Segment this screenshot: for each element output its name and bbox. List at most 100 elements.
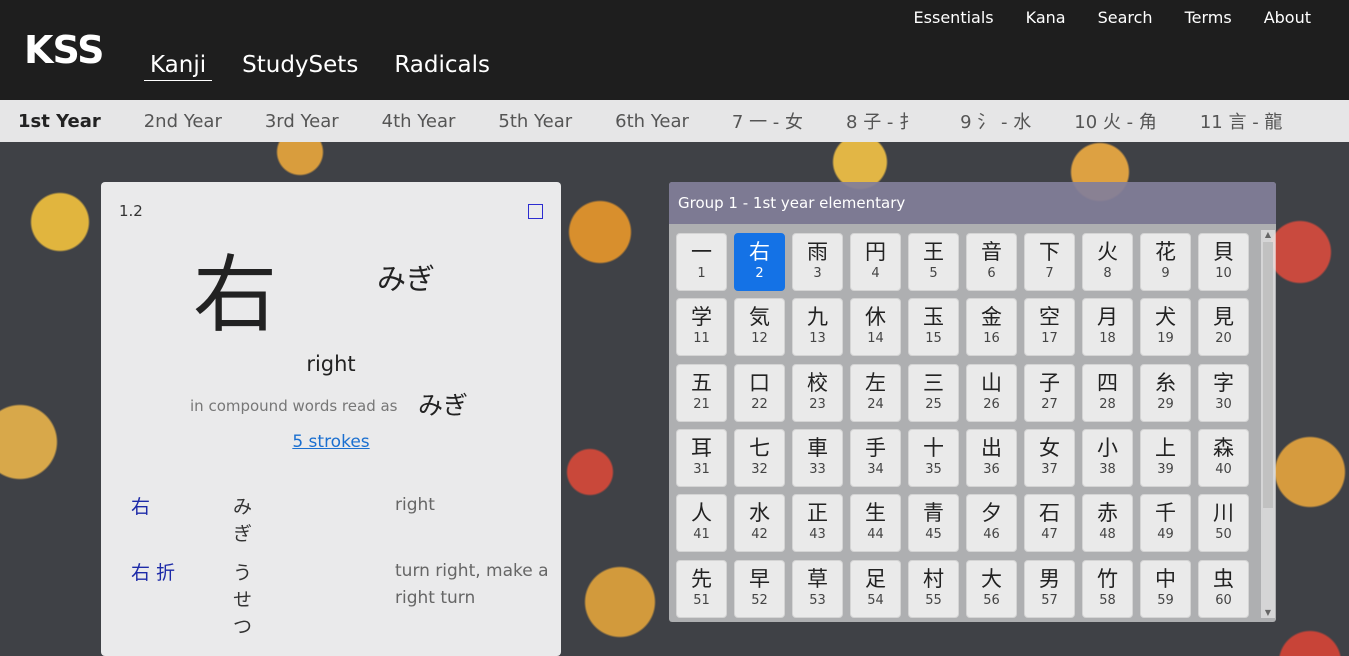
kanji-tile[interactable]: 耳 31: [676, 428, 727, 487]
year-tab[interactable]: 8 子 - 扌: [846, 108, 917, 134]
kanji-tile[interactable]: 王5: [908, 233, 959, 291]
kanji-tile[interactable]: 村 55: [908, 559, 959, 618]
scrollbar[interactable]: ▲ ▼: [1261, 230, 1275, 618]
year-tab[interactable]: 6th Year: [615, 111, 689, 132]
kanji-tile[interactable]: 貝 10: [1198, 233, 1249, 291]
kanji-tile[interactable]: 校 23: [792, 363, 843, 422]
kanji-tile[interactable]: 千 49: [1140, 494, 1191, 553]
kanji-tile[interactable]: 雨3: [792, 233, 843, 291]
kanji-tile[interactable]: 十 35: [908, 428, 959, 487]
kanji-tile-char: 正: [807, 501, 828, 526]
kanji-tile[interactable]: 早 52: [734, 559, 785, 618]
kanji-tile[interactable]: 正 43: [792, 494, 843, 553]
strokes-link[interactable]: 5 strokes: [101, 432, 561, 452]
kanji-tile[interactable]: 見 20: [1198, 298, 1249, 357]
nav-link-search[interactable]: Search: [1098, 8, 1153, 27]
vocab-word[interactable]: 右: [131, 492, 231, 519]
year-tab[interactable]: 7 一 - 女: [732, 108, 803, 134]
kanji-tile-number: 54: [867, 592, 884, 608]
nav-link-about[interactable]: About: [1264, 8, 1311, 27]
year-tab[interactable]: 9 氵 - 水: [960, 108, 1031, 134]
kanji-tile[interactable]: 玉 15: [908, 298, 959, 357]
year-tab[interactable]: 3rd Year: [265, 111, 339, 132]
kanji-tile[interactable]: 手 34: [850, 428, 901, 487]
kanji-tile[interactable]: 下7: [1024, 233, 1075, 291]
kanji-tile[interactable]: 赤 48: [1082, 494, 1133, 553]
kanji-tile[interactable]: 空 17: [1024, 298, 1075, 357]
kanji-tile-number: 6: [987, 266, 996, 281]
kanji-tile[interactable]: 子 27: [1024, 363, 1075, 422]
vocab-word[interactable]: 右 折: [131, 558, 231, 585]
year-tab[interactable]: 11 言 - 龍: [1200, 108, 1283, 134]
bookmark-checkbox[interactable]: [528, 204, 543, 219]
kanji-tile[interactable]: 中 59: [1140, 559, 1191, 618]
kanji-tile[interactable]: 三 25: [908, 363, 959, 422]
kanji-tile[interactable]: 音6: [966, 233, 1017, 291]
kanji-tile[interactable]: 足 54: [850, 559, 901, 618]
year-tab[interactable]: 5th Year: [498, 111, 572, 132]
kanji-tile[interactable]: 金 16: [966, 298, 1017, 357]
kanji-tile[interactable]: 夕 46: [966, 494, 1017, 553]
kanji-tile[interactable]: 左 24: [850, 363, 901, 422]
kanji-tile[interactable]: 草 53: [792, 559, 843, 618]
year-tab[interactable]: 4th Year: [382, 111, 456, 132]
kanji-tile[interactable]: 虫 60: [1198, 559, 1249, 618]
kanji-tile[interactable]: 水 42: [734, 494, 785, 553]
kanji-tile-char: 虫: [1213, 566, 1234, 591]
kanji-tile-char: 貝: [1213, 240, 1234, 264]
kanji-tile[interactable]: 人 41: [676, 494, 727, 553]
kanji-tile[interactable]: 学 11: [676, 298, 727, 357]
scroll-down-icon[interactable]: ▼: [1261, 608, 1275, 618]
kanji-tile-number: 28: [1099, 396, 1116, 412]
kanji-tile[interactable]: 気 12: [734, 298, 785, 357]
kanji-tile-number: 18: [1099, 331, 1116, 347]
kanji-tile[interactable]: 大 56: [966, 559, 1017, 618]
kanji-tile-number: 5: [929, 266, 938, 281]
kanji-tile[interactable]: 男 57: [1024, 559, 1075, 618]
scroll-thumb[interactable]: [1263, 242, 1273, 508]
kanji-tile[interactable]: 火8: [1082, 233, 1133, 291]
kanji-tile-number: 45: [925, 527, 942, 543]
kanji-tile[interactable]: 上 39: [1140, 428, 1191, 487]
kanji-tile[interactable]: 糸 29: [1140, 363, 1191, 422]
kanji-tile[interactable]: 生 44: [850, 494, 901, 553]
kanji-tile[interactable]: 右2: [734, 233, 785, 291]
kanji-tile-char: 足: [865, 566, 886, 591]
nav-link-terms[interactable]: Terms: [1185, 8, 1232, 27]
kanji-tile-char: 車: [807, 435, 828, 460]
tab-kanji[interactable]: Kanji: [144, 52, 213, 81]
kanji-tile[interactable]: 女 37: [1024, 428, 1075, 487]
year-tab[interactable]: 10 火 - 角: [1074, 108, 1157, 134]
kanji-tile[interactable]: 森 40: [1198, 428, 1249, 487]
year-tab[interactable]: 2nd Year: [144, 111, 222, 132]
kanji-tile[interactable]: 花9: [1140, 233, 1191, 291]
tab-radicals[interactable]: Radicals: [388, 52, 496, 81]
kanji-tile[interactable]: 五 21: [676, 363, 727, 422]
kanji-tile[interactable]: 七 32: [734, 428, 785, 487]
nav-link-essentials[interactable]: Essentials: [914, 8, 994, 27]
kanji-tile[interactable]: 川 50: [1198, 494, 1249, 553]
kanji-tile[interactable]: 月 18: [1082, 298, 1133, 357]
kanji-tile[interactable]: 口 22: [734, 363, 785, 422]
kanji-tile[interactable]: 四 28: [1082, 363, 1133, 422]
nav-link-kana[interactable]: Kana: [1026, 8, 1066, 27]
kanji-tile[interactable]: 犬 19: [1140, 298, 1191, 357]
kanji-tile[interactable]: 字 30: [1198, 363, 1249, 422]
kanji-tile[interactable]: 九 13: [792, 298, 843, 357]
kanji-tile[interactable]: 先 51: [676, 559, 727, 618]
kanji-tile[interactable]: 青 45: [908, 494, 959, 553]
kanji-tile[interactable]: 出 36: [966, 428, 1017, 487]
kanji-tile[interactable]: 休 14: [850, 298, 901, 357]
kanji-tile[interactable]: 一1: [676, 233, 727, 291]
logo[interactable]: KSS: [24, 28, 104, 72]
kanji-tile[interactable]: 石 47: [1024, 494, 1075, 553]
kanji-tile[interactable]: 竹 58: [1082, 559, 1133, 618]
year-tab[interactable]: 1st Year: [18, 111, 101, 132]
kanji-tile[interactable]: 小 38: [1082, 428, 1133, 487]
kanji-tile-char: 川: [1213, 501, 1234, 526]
kanji-tile[interactable]: 山 26: [966, 363, 1017, 422]
tab-studysets[interactable]: StudySets: [236, 52, 364, 81]
kanji-tile[interactable]: 円4: [850, 233, 901, 291]
scroll-up-icon[interactable]: ▲: [1261, 230, 1275, 240]
kanji-tile[interactable]: 車 33: [792, 428, 843, 487]
